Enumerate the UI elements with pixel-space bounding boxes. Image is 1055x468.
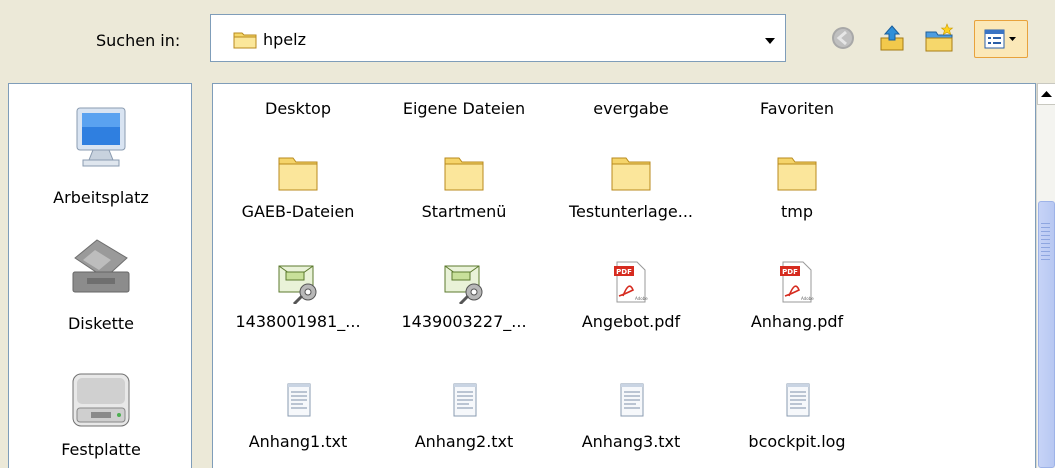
file-item[interactable]: Testunterlage...	[546, 150, 716, 221]
view-menu-icon	[984, 29, 1016, 49]
folder-icon	[777, 157, 817, 191]
text-file-icon	[786, 383, 810, 417]
look-in-label: Suchen in:	[96, 31, 181, 50]
file-item[interactable]: PDF Adobe Anhang.pdf	[712, 260, 882, 331]
file-item-label: Anhang1.txt	[248, 432, 348, 451]
file-item[interactable]: tmp	[712, 150, 882, 221]
pdf-icon: PDF Adobe	[614, 261, 648, 303]
file-list-view[interactable]: Desktop Eigene Dateien evergabe Favorite…	[212, 83, 1036, 468]
place-festplatte[interactable]: Festplatte	[9, 368, 193, 459]
view-menu-button[interactable]	[974, 20, 1028, 58]
file-item-label[interactable]: Eigene Dateien	[379, 99, 549, 118]
folder-icon	[444, 157, 484, 191]
place-label: Festplatte	[61, 440, 141, 459]
chevron-up-icon	[1041, 91, 1052, 97]
file-item-label: tmp	[780, 202, 813, 221]
place-diskette[interactable]: Diskette	[9, 232, 193, 333]
file-item-label[interactable]: Favoriten	[712, 99, 882, 118]
text-file-icon	[287, 383, 311, 417]
file-item-label: Testunterlage...	[569, 202, 693, 221]
file-item[interactable]: Anhang2.txt	[379, 380, 549, 451]
vertical-scrollbar[interactable]	[1036, 83, 1055, 468]
text-file-icon	[620, 383, 644, 417]
file-item-label: Angebot.pdf	[581, 312, 681, 331]
harddisk-icon	[72, 373, 130, 427]
file-item[interactable]: PDF Adobe Angebot.pdf	[546, 260, 716, 331]
file-item-label: Anhang2.txt	[414, 432, 514, 451]
pdf-icon: PDF Adobe	[780, 261, 814, 303]
text-file-icon	[453, 383, 477, 417]
file-item-label: Anhang.pdf	[750, 312, 844, 331]
file-item-label: Startmenü	[421, 202, 507, 221]
file-item[interactable]: 1439003227_...	[379, 260, 549, 331]
file-item-label: 1439003227_...	[401, 312, 527, 331]
file-item[interactable]: Startmenü	[379, 150, 549, 221]
file-item-label[interactable]: Desktop	[213, 99, 383, 118]
folder-icon	[233, 32, 257, 49]
certificate-key-icon	[278, 265, 317, 304]
folder-icon	[611, 157, 651, 191]
folder-icon	[278, 157, 318, 191]
svg-text:Adobe: Adobe	[801, 296, 814, 301]
place-arbeitsplatz[interactable]: Arbeitsplatz	[9, 106, 193, 207]
svg-text:Adobe: Adobe	[635, 296, 648, 301]
file-item[interactable]: 1438001981_...	[213, 260, 383, 331]
file-item-label: 1438001981_...	[235, 312, 361, 331]
file-item-label[interactable]: evergabe	[546, 99, 716, 118]
look-in-dropdown[interactable]: hpelz	[210, 14, 786, 62]
file-item[interactable]: GAEB-Dateien	[213, 150, 383, 221]
chevron-down-icon[interactable]	[763, 33, 777, 47]
up-folder-icon[interactable]	[875, 20, 909, 56]
certificate-key-icon	[444, 265, 483, 304]
back-icon[interactable]	[826, 20, 860, 56]
file-item[interactable]: Anhang1.txt	[213, 380, 383, 451]
svg-text:PDF: PDF	[782, 268, 798, 276]
look-in-value: hpelz	[263, 30, 306, 49]
file-item[interactable]: bcockpit.log	[712, 380, 882, 451]
places-bar: Arbeitsplatz Diskette Festplatte	[8, 83, 192, 468]
file-item-label: Anhang3.txt	[581, 432, 681, 451]
svg-text:PDF: PDF	[616, 268, 632, 276]
scroll-grip	[1041, 223, 1050, 263]
new-folder-icon[interactable]	[922, 20, 956, 56]
file-item-label: GAEB-Dateien	[241, 202, 355, 221]
place-label: Arbeitsplatz	[53, 188, 149, 207]
file-item[interactable]: Anhang3.txt	[546, 380, 716, 451]
place-label: Diskette	[67, 314, 135, 333]
scroll-up-button[interactable]	[1037, 83, 1055, 105]
file-item-label: bcockpit.log	[748, 432, 846, 451]
computer-icon	[76, 107, 126, 167]
floppy-icon	[72, 239, 130, 293]
